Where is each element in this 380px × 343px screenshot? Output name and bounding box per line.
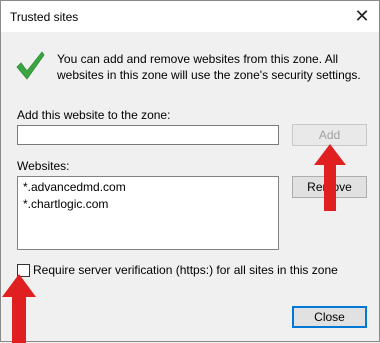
red-arrow-up-icon [314, 144, 346, 211]
add-website-label: Add this website to the zone: [17, 108, 171, 122]
close-button[interactable]: Close [292, 306, 367, 328]
close-icon[interactable]: ✕ [351, 5, 373, 27]
info-text: You can add and remove websites from thi… [57, 52, 361, 82]
trusted-sites-dialog: Trusted sites ✕ You can add and remove w… [0, 0, 380, 343]
list-item[interactable]: *.advancedmd.com [23, 179, 273, 196]
websites-list[interactable]: *.advancedmd.com *.chartlogic.com [17, 176, 279, 250]
checkmark-icon [16, 51, 45, 80]
title-bar: Trusted sites ✕ [1, 1, 379, 32]
website-url-input[interactable] [17, 125, 279, 145]
dialog-title: Trusted sites [10, 10, 79, 24]
require-https-label: Require server verification (https:) for… [33, 263, 338, 277]
red-arrow-up-icon [2, 274, 36, 343]
websites-label: Websites: [17, 159, 70, 173]
list-item[interactable]: *.chartlogic.com [23, 196, 273, 213]
